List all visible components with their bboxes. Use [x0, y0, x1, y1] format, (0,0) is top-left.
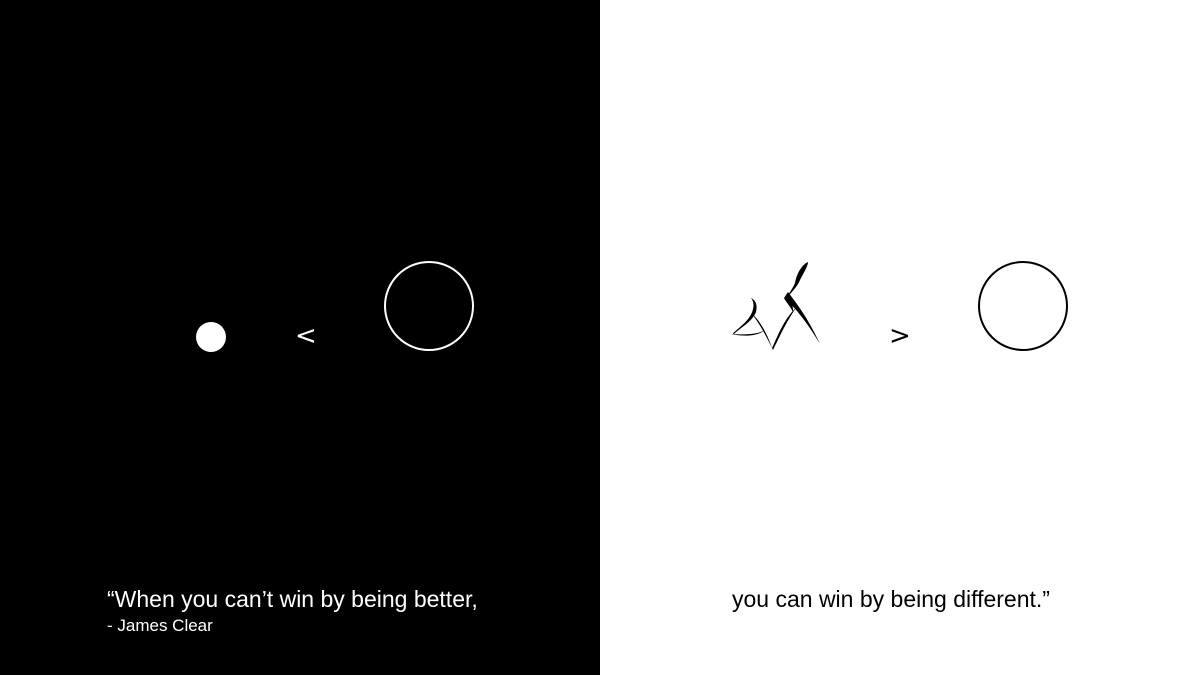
- quote-author: - James Clear: [107, 616, 213, 635]
- less-than-sign: <: [295, 321, 317, 351]
- quote-second-half: you can win by being different.”: [732, 586, 1050, 612]
- large-circle-icon-right: [978, 261, 1068, 351]
- large-circle-icon: [384, 261, 474, 351]
- left-panel: < “When you can’t win by being better, -…: [0, 0, 600, 675]
- right-panel: > you can win by being different.”: [600, 0, 1200, 675]
- quote-first-half: “When you can’t win by being better,: [107, 586, 478, 612]
- abstract-scribble-icon: [731, 262, 820, 350]
- greater-than-sign: >: [889, 321, 911, 351]
- small-dot-icon: [196, 322, 226, 352]
